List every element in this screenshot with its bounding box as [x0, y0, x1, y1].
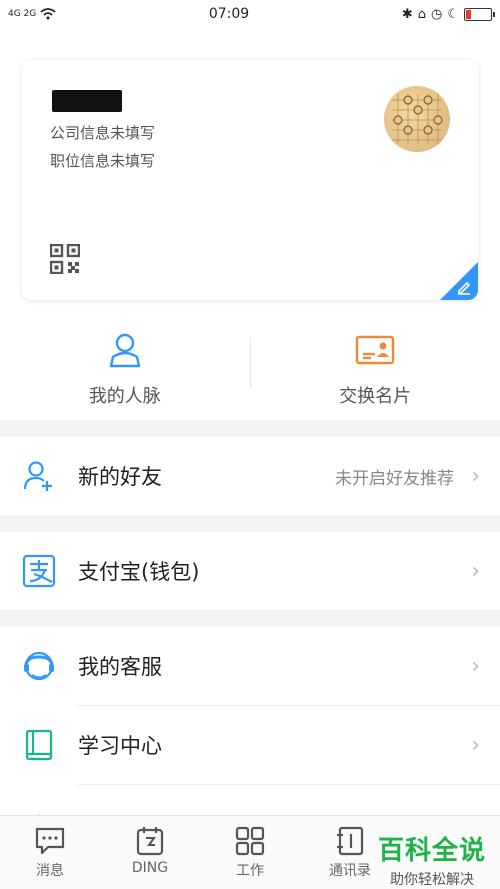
new-friends-section: 新的好友 未开启好友推荐 ›	[0, 437, 500, 515]
signal-indicators: 4G 2G	[8, 8, 56, 20]
exchange-card-button[interactable]: 交换名片	[251, 318, 500, 418]
chevron-right-icon: ›	[471, 653, 480, 679]
watermark-subtitle: 助你轻松解决	[389, 872, 474, 888]
my-connections-label: 我的人脉	[88, 386, 161, 407]
clock: 07:09	[208, 6, 250, 22]
new-friends-title: 新的好友	[78, 465, 162, 489]
cellular-signal-text: 4G 2G	[8, 9, 37, 19]
tab-ding-label: DING	[131, 860, 169, 876]
tab-work[interactable]: 工作	[200, 816, 300, 889]
profile-area: 公司信息未填写 职位信息未填写 我的人脉 交换名片	[0, 28, 500, 420]
book-icon	[22, 728, 56, 762]
tab-messages[interactable]: 消息	[0, 816, 100, 889]
next-menu-row-partial[interactable]: ›	[0, 785, 500, 815]
message-icon	[35, 827, 65, 855]
business-card-icon	[356, 335, 395, 365]
customer-service-title: 我的客服	[78, 655, 162, 679]
new-friends-row[interactable]: 新的好友 未开启好友推荐 ›	[0, 437, 500, 515]
alipay-wallet-row[interactable]: 支付宝(钱包) ›	[0, 532, 500, 610]
exchange-card-label: 交换名片	[339, 386, 412, 407]
watermark-title: 百科全说	[377, 836, 486, 866]
chess-board-image	[392, 94, 443, 144]
avatar[interactable]	[384, 86, 450, 152]
wifi-icon	[40, 8, 56, 20]
tab-messages-label: 消息	[36, 863, 64, 879]
customer-service-icon	[22, 649, 56, 683]
position-info: 职位信息未填写	[50, 152, 156, 170]
status-bar: 4G 2G 07:09 ✱ ⌂ ◷ ☾	[0, 0, 500, 28]
alarm-icon: ◷	[430, 6, 443, 22]
alipay-title: 支付宝(钱包)	[78, 560, 200, 584]
alipay-icon	[22, 554, 56, 588]
edit-pencil-icon	[458, 281, 471, 295]
redacted-name	[52, 90, 122, 112]
watermark: 百科全说 助你轻松解决	[378, 830, 486, 889]
tab-contacts-label: 通讯录	[329, 863, 371, 879]
qr-code-icon[interactable]	[50, 244, 80, 274]
learning-center-row[interactable]: 学习中心 ›	[0, 706, 500, 784]
my-connections-button[interactable]: 我的人脉	[0, 318, 250, 418]
alipay-section: 支付宝(钱包) ›	[0, 532, 500, 610]
chevron-right-icon: ›	[471, 558, 480, 584]
tab-work-label: 工作	[236, 863, 264, 879]
chevron-right-icon: ›	[471, 732, 480, 758]
quick-actions: 我的人脉 交换名片	[0, 318, 500, 418]
battery-icon	[463, 7, 495, 21]
contacts-person-icon	[109, 333, 140, 368]
company-info: 公司信息未填写	[50, 124, 156, 142]
profile-card[interactable]: 公司信息未填写 职位信息未填写	[22, 60, 478, 300]
friend-recommend-status: 未开启好友推荐	[335, 468, 454, 489]
mute-bell-icon: ⌂	[417, 6, 426, 22]
learning-center-title: 学习中心	[78, 734, 162, 758]
customer-service-row[interactable]: 我的客服 ›	[0, 627, 500, 705]
service-section: 我的客服 › 学习中心 › ›	[0, 627, 500, 815]
work-grid-icon	[235, 826, 265, 856]
contacts-book-icon	[337, 826, 364, 856]
moon-icon: ☾	[447, 6, 459, 22]
ding-icon	[136, 827, 164, 856]
bluetooth-icon: ✱	[401, 6, 413, 22]
add-friend-icon	[22, 459, 56, 493]
tab-ding[interactable]: DING	[100, 816, 200, 889]
status-icons: ✱ ⌂ ◷ ☾	[401, 6, 495, 22]
chevron-right-icon: ›	[471, 463, 480, 489]
wifi-partial-icon	[22, 807, 56, 815]
